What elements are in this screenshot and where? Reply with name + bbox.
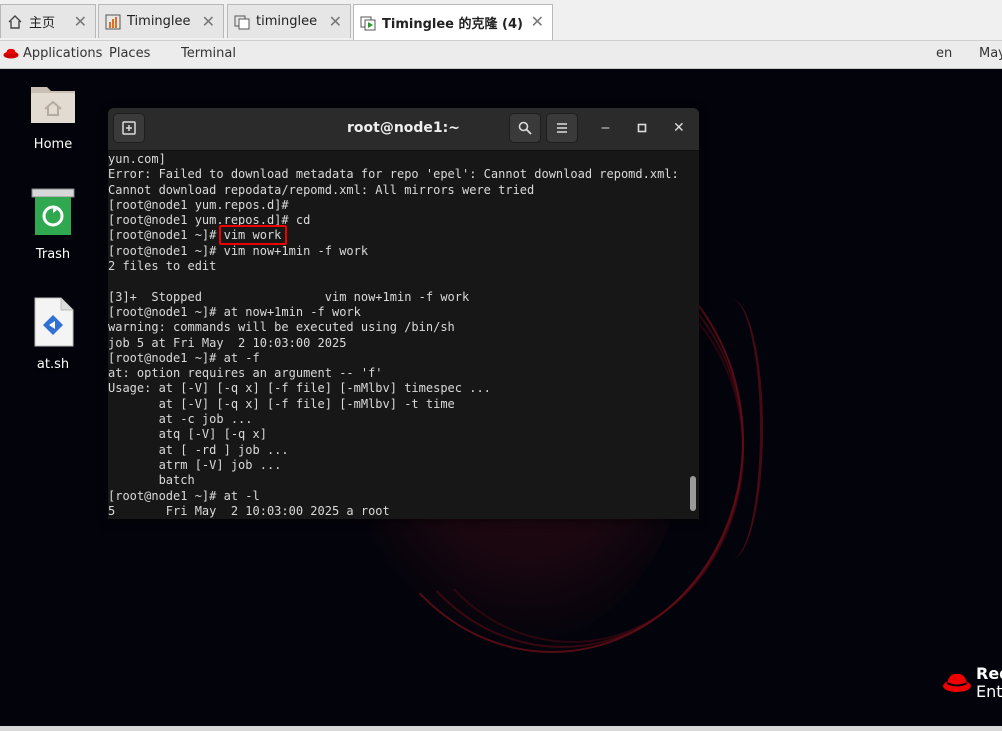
tab-label: Timinglee bbox=[127, 14, 191, 29]
desktop-icon-label: Home bbox=[33, 137, 73, 152]
terminal-line: [root@node1 ~]# at -f bbox=[108, 350, 260, 365]
terminal-line: atq [-V] [-q x] bbox=[108, 427, 267, 442]
terminal-line: 5 Fri May 2 10:03:00 2025 a root bbox=[108, 503, 390, 518]
desktop-icon-at-sh[interactable]: at.sh bbox=[13, 297, 93, 372]
scrollbar[interactable] bbox=[690, 476, 696, 511]
clock[interactable]: May bbox=[979, 46, 1002, 61]
terminal-line: at [-V] [-q x] [-f file] [-mMlbv] -t tim… bbox=[108, 396, 455, 411]
terminal-line: [root@node1 yum.repos.d]# bbox=[108, 197, 289, 212]
vm-running-icon bbox=[360, 16, 376, 30]
redhat-hat-icon bbox=[943, 673, 971, 692]
tab-home[interactable]: 主页 ✕ bbox=[0, 4, 96, 38]
close-button[interactable]: ✕ bbox=[673, 120, 685, 136]
close-icon[interactable]: ✕ bbox=[329, 12, 342, 31]
trash-icon bbox=[31, 188, 75, 235]
tab-label: Timinglee 的克隆 (4) bbox=[382, 17, 523, 32]
terminal-line: atrm [-V] job ... bbox=[108, 457, 282, 472]
minimize-button[interactable]: ‒ bbox=[601, 120, 610, 136]
terminal-line: job 5 at Fri May 2 10:03:00 2025 bbox=[108, 335, 347, 350]
terminal-line: at [ -rd ] job ... bbox=[108, 442, 289, 457]
terminal-text: yun.com] Error: Failed to download metad… bbox=[108, 150, 688, 519]
redhat-icon bbox=[3, 48, 19, 59]
language-indicator[interactable]: en bbox=[936, 46, 952, 61]
terminal-title: root@node1:~ bbox=[346, 120, 460, 136]
vm-status-strip bbox=[0, 726, 1002, 731]
tab-timinglee[interactable]: Timinglee ✕ bbox=[98, 4, 224, 38]
desktop-icon-label: Trash bbox=[35, 247, 71, 262]
brand-line2: Ente bbox=[976, 682, 1002, 701]
terminal-line: yun.com] bbox=[108, 152, 166, 166]
terminal-line: 2 files to edit bbox=[108, 259, 217, 274]
vm-tab-bar: 主页 ✕ Timinglee ✕ timinglee ✕ Timinglee 的… bbox=[0, 0, 1002, 41]
terminal-output[interactable]: yun.com] Error: Failed to download metad… bbox=[108, 150, 688, 519]
terminal-line: Usage: at [-V] [-q x] [-f file] [-mMlbv]… bbox=[108, 381, 491, 396]
maximize-icon bbox=[637, 123, 647, 133]
close-icon[interactable]: ✕ bbox=[74, 12, 87, 31]
terminal-line: [root@node1 ~]# at -l bbox=[108, 488, 260, 503]
hamburger-icon bbox=[557, 123, 567, 133]
places-menu[interactable]: Places bbox=[109, 46, 150, 61]
terminal-line: at: option requires an argument -- 'f' bbox=[108, 366, 383, 381]
tab-timinglee-2[interactable]: timinglee ✕ bbox=[227, 4, 351, 38]
terminal-header[interactable]: root@node1:~ ‒ ✕ bbox=[108, 108, 699, 151]
desktop-icon-label: at.sh bbox=[36, 357, 70, 372]
terminal-line: batch bbox=[108, 473, 195, 488]
search-icon bbox=[518, 121, 532, 135]
wallpaper-arc bbox=[700, 299, 763, 559]
vm-tab-icon bbox=[234, 15, 250, 29]
highlight-box bbox=[219, 225, 287, 245]
vm-icon bbox=[105, 14, 121, 29]
gnome-top-bar: Applications Places Terminal en May bbox=[0, 41, 1002, 69]
close-icon[interactable]: ✕ bbox=[531, 12, 544, 31]
folder-home-icon bbox=[31, 87, 75, 123]
search-button[interactable] bbox=[509, 113, 541, 143]
applications-menu[interactable]: Applications bbox=[23, 46, 102, 61]
terminal-window[interactable]: root@node1:~ ‒ ✕ yun.com] Error: Failed … bbox=[108, 108, 699, 519]
terminal-line: Error: Failed to download metadata for r… bbox=[108, 167, 679, 182]
home-icon bbox=[8, 14, 22, 29]
terminal-menu[interactable]: Terminal bbox=[181, 46, 236, 61]
desktop-icon-home[interactable]: Home bbox=[13, 79, 93, 152]
menu-button[interactable] bbox=[546, 113, 578, 143]
terminal-line: at -c job ... bbox=[108, 412, 253, 427]
maximize-button[interactable] bbox=[637, 120, 647, 137]
script-file-icon bbox=[34, 297, 74, 347]
tab-label: 主页 bbox=[29, 16, 56, 31]
tab-timinglee-clone[interactable]: Timinglee 的克隆 (4) ✕ bbox=[353, 4, 553, 40]
redhat-logo: Red Ente bbox=[940, 665, 1002, 701]
desktop-icon-trash[interactable]: Trash bbox=[13, 187, 93, 262]
brand-line1: Red bbox=[976, 664, 1002, 683]
terminal-line: warning: commands will be executed using… bbox=[108, 320, 455, 335]
terminal-line: Cannot download repodata/repomd.xml: All… bbox=[108, 182, 535, 197]
terminal-line: [3]+ Stopped vim now+1min -f work bbox=[108, 289, 470, 304]
tab-label: timinglee bbox=[256, 14, 318, 29]
terminal-line: [root@node1 ~]# at now+1min -f work bbox=[108, 304, 361, 319]
close-icon[interactable]: ✕ bbox=[202, 12, 215, 31]
terminal-line: [root@node1 ~]# vim now+1min -f work bbox=[108, 243, 369, 258]
